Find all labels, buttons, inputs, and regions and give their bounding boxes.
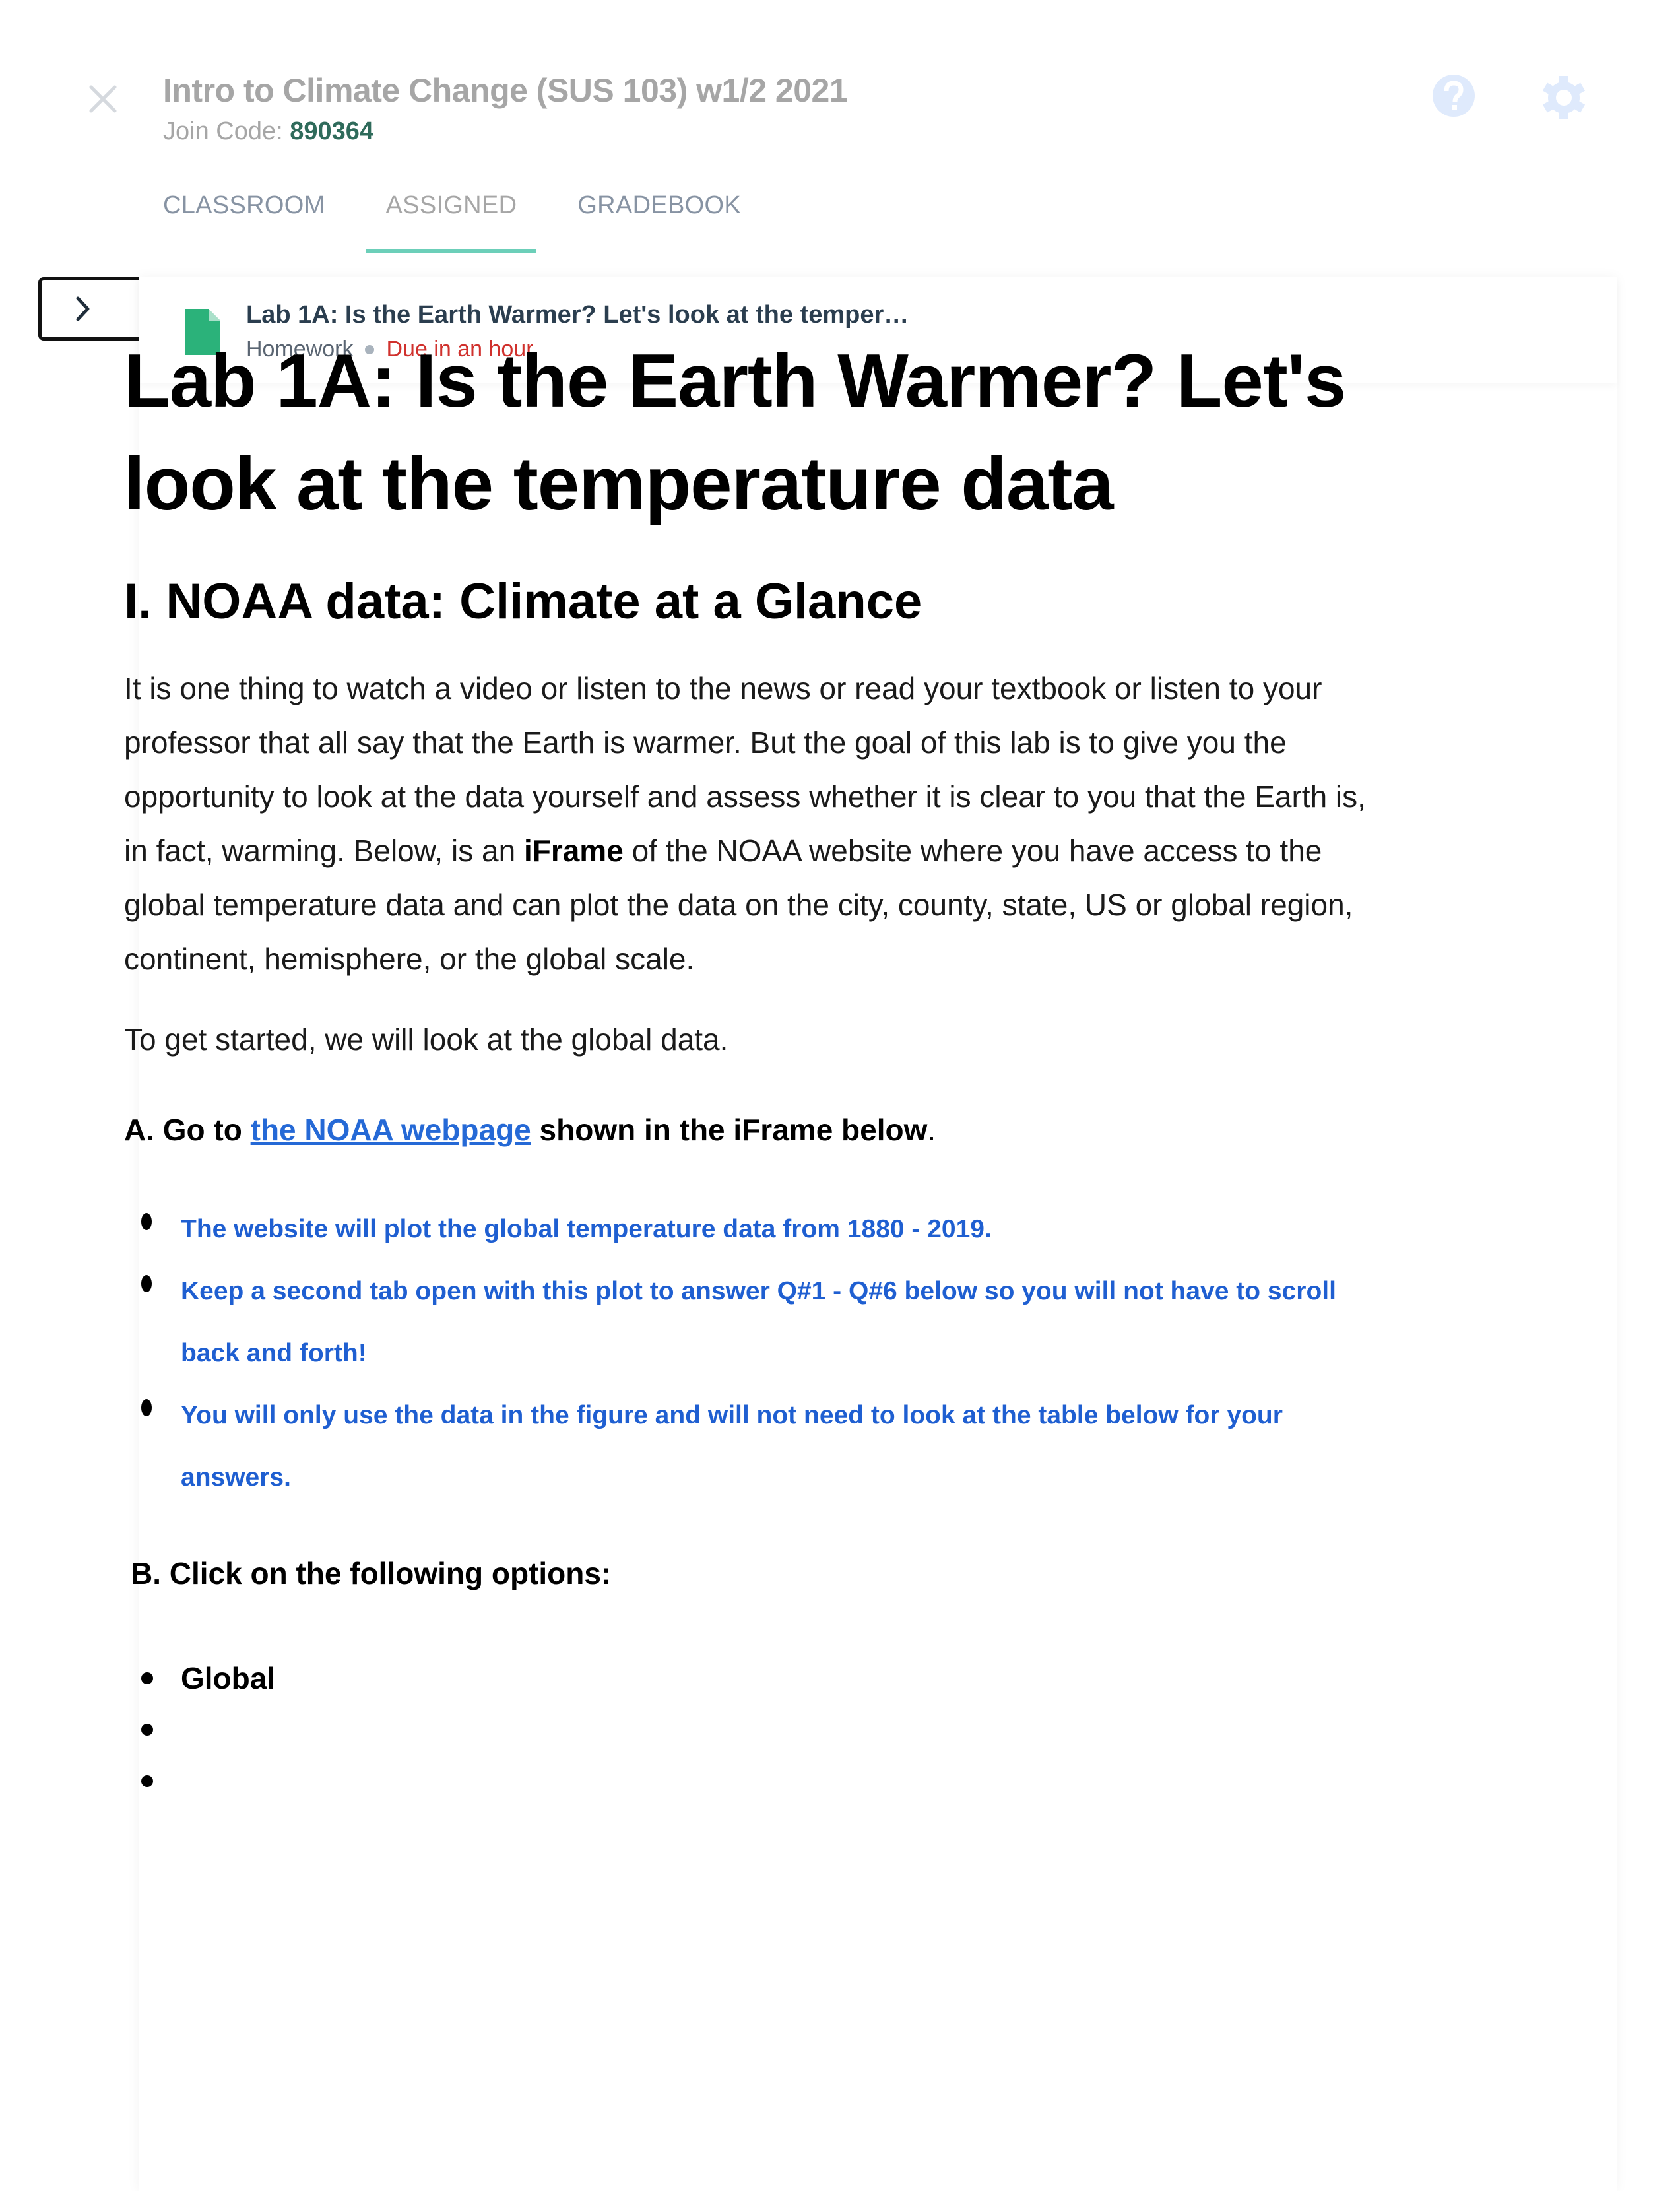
list-item [124, 1755, 1378, 1807]
lab-title: Lab 1A: Is the Earth Warmer? Let's look … [124, 339, 1346, 526]
help-circle-icon[interactable] [1432, 74, 1475, 117]
course-title: Intro to Climate Change (SUS 103) w1/2 2… [163, 72, 848, 109]
course-tabs: CLASSROOM ASSIGNED GRADEBOOK [163, 191, 802, 253]
step-a-suffix: shown in the iFrame below [531, 1113, 928, 1147]
intro-paragraph: It is one thing to watch a video or list… [124, 661, 1378, 986]
assignment-content: Lab 1A: Is the Earth Warmer? Let's look … [124, 330, 1378, 1807]
chevron-right-icon [76, 296, 90, 321]
noaa-webpage-link[interactable]: the NOAA webpage [251, 1113, 531, 1147]
list-item: Global [124, 1652, 1378, 1704]
tab-gradebook[interactable]: GRADEBOOK [577, 191, 741, 220]
list-item: You will only use the data in the figure… [124, 1385, 1378, 1509]
list-item [124, 1704, 1378, 1755]
list-item: Keep a second tab open with this plot to… [124, 1260, 1378, 1385]
list-item: The website will plot the global tempera… [124, 1198, 1378, 1260]
options-list: Global [124, 1652, 1378, 1807]
iframe-emphasis: iFrame [523, 834, 624, 868]
tab-classroom[interactable]: CLASSROOM [163, 191, 325, 220]
assignment-title: Lab 1A: Is the Earth Warmer? Let's look … [246, 301, 909, 329]
join-code: Join Code: 890364 [163, 117, 373, 146]
step-b: B. Click on the following options: [131, 1556, 612, 1590]
getting-started-text: To get started, we will look at the glob… [124, 1022, 728, 1057]
notes-list: The website will plot the global tempera… [124, 1198, 1378, 1509]
section-heading: I. NOAA data: Climate at a Glance [124, 573, 922, 630]
step-a-period: . [927, 1113, 936, 1147]
step-a: A. Go to the NOAA webpage shown in the i… [124, 1103, 1378, 1156]
gear-icon[interactable] [1541, 75, 1586, 120]
close-button[interactable] [84, 81, 121, 117]
tab-assigned[interactable]: ASSIGNED [366, 191, 537, 253]
step-a-prefix: A. Go to [124, 1113, 251, 1147]
join-code-value: 890364 [290, 117, 374, 145]
close-icon [89, 85, 117, 113]
join-code-label: Join Code: [163, 117, 283, 145]
